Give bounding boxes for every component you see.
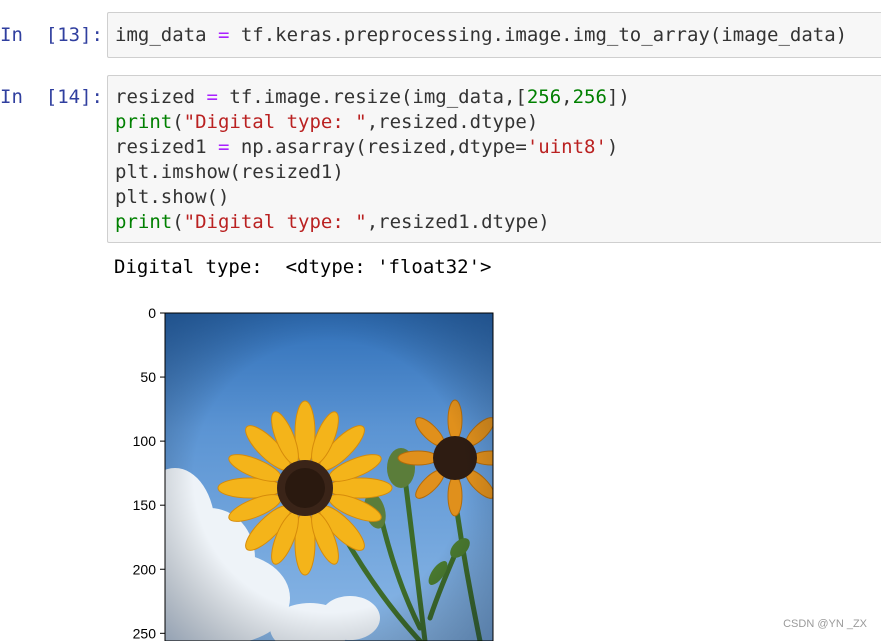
code-token: print [115, 111, 173, 133]
code-token: 'uint8' [526, 136, 607, 158]
code-line: print("Digital type: ",resized.dtype) [115, 110, 630, 135]
code-token: np.asarray(resized,dtype= [229, 136, 527, 158]
code-token: img_data [115, 24, 218, 46]
code-token: "Digital type: " [183, 211, 367, 233]
y-tick-label: 250 [133, 625, 157, 641]
code-token: ,resized1.dtype) [366, 211, 550, 233]
y-tick-label: 150 [133, 497, 157, 513]
code-token: = [217, 136, 230, 158]
code-token: 256 [526, 86, 562, 108]
code-cell-14[interactable]: resized = tf.image.resize(img_data,[256,… [107, 75, 881, 243]
code-token: tf.image.resize(img_data,[ [217, 86, 527, 108]
code-line: resized = tf.image.resize(img_data,[256,… [115, 85, 630, 110]
cell-prompt-13: In [13]: [0, 24, 103, 46]
y-tick-label: 50 [140, 369, 156, 385]
plot-image [165, 313, 493, 641]
imshow-plot: 0 50 100 150 200 250 [133, 305, 494, 641]
code-token: plt.show() [115, 186, 230, 208]
output-text: Digital type: <dtype: 'float32'> [114, 256, 492, 278]
code-token: = [206, 86, 218, 108]
code-token: , [561, 86, 573, 108]
cell-prompt-14: In [14]: [0, 86, 103, 108]
code-token: ]) [606, 86, 630, 108]
code-token: resized [115, 86, 207, 108]
code-token: ,resized.dtype) [366, 111, 539, 133]
code-line: plt.show() [115, 185, 630, 210]
y-tick-label: 200 [133, 561, 157, 577]
code-token: ( [172, 111, 184, 133]
code-token: = [217, 24, 230, 46]
code-editor-13[interactable]: img_data = tf.keras.preprocessing.image.… [115, 23, 847, 48]
code-token: print [115, 211, 173, 233]
code-token: tf.keras.preprocessing.image.img_to_arra… [229, 24, 848, 46]
code-token: "Digital type: " [183, 111, 367, 133]
code-line: plt.imshow(resized1) [115, 160, 630, 185]
y-tick-label: 100 [133, 433, 157, 449]
code-line: img_data = tf.keras.preprocessing.image.… [115, 23, 847, 48]
y-tick-label: 0 [148, 305, 156, 321]
code-token: plt.imshow(resized1) [115, 161, 344, 183]
y-axis: 0 50 100 150 200 250 [133, 305, 165, 641]
watermark: CSDN @YN _ZX [783, 618, 867, 630]
code-line: resized1 = np.asarray(resized,dtype='uin… [115, 135, 630, 160]
code-line: print("Digital type: ",resized1.dtype) [115, 210, 630, 235]
code-token: resized1 [115, 136, 218, 158]
code-token: ) [606, 136, 619, 158]
code-editor-14[interactable]: resized = tf.image.resize(img_data,[256,… [115, 85, 630, 235]
code-token: 256 [572, 86, 607, 108]
code-cell-13[interactable]: img_data = tf.keras.preprocessing.image.… [107, 12, 881, 58]
code-token: ( [172, 211, 184, 233]
